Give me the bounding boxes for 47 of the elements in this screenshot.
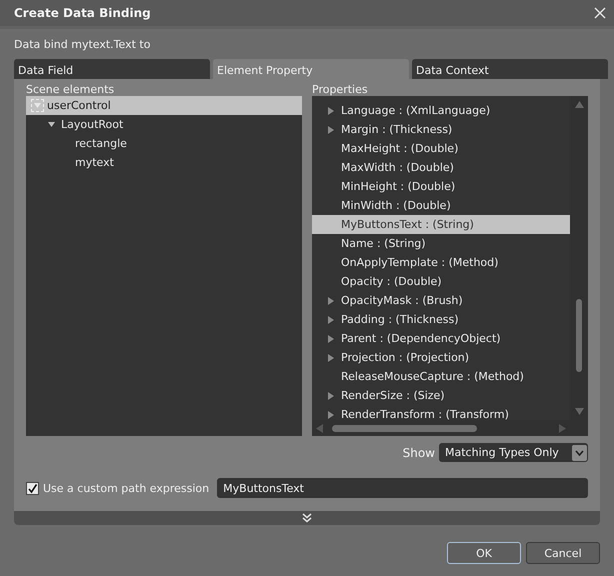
property-item[interactable]: Projection : (Projection) [312,348,570,367]
property-item[interactable]: OnApplyTemplate : (Method) [312,253,570,272]
property-item[interactable]: Language : (XmlLanguage) [312,101,570,120]
expand-icon[interactable] [328,334,335,342]
show-label: Show [402,446,435,460]
list-heading: Properties [312,83,369,96]
tab[interactable]: Data Field [14,59,210,79]
expand-icon[interactable] [328,296,335,304]
tab[interactable]: Element Property [213,59,409,79]
tree-item[interactable]: LayoutRoot [26,115,302,134]
list-heading: Scene elements [26,83,116,96]
window-title: Create Data Binding [14,6,151,20]
expand-icon[interactable] [328,392,335,400]
chevron-down-icon[interactable] [301,513,313,523]
property-item[interactable]: Opacity : (Double) [312,272,570,291]
property-item[interactable]: MyButtonsText : (String) [312,215,570,234]
tree-item[interactable]: userControl [26,96,302,115]
property-item[interactable]: MaxHeight : (Double) [312,139,570,158]
expand-icon[interactable] [328,126,335,134]
property-item[interactable]: Name : (String) [312,234,570,253]
path-input-field[interactable]: MyButtonsText [217,478,588,498]
property-item[interactable]: RenderSize : (Size) [312,386,570,405]
property-item[interactable]: Margin : (Thickness) [312,120,570,139]
show-dropdown[interactable]: Matching Types Only [439,443,588,462]
prompt-label: Data bind mytext.Text to [14,38,152,51]
dialog-button[interactable]: Cancel [526,542,600,564]
property-item[interactable]: Parent : (DependencyObject) [312,329,570,348]
dialog-button[interactable]: OK [447,542,521,564]
close-icon[interactable] [594,7,606,19]
expand-icon[interactable] [328,316,335,324]
tab[interactable]: Data Context [412,59,608,79]
tree-item[interactable]: mytext [26,153,302,172]
property-item[interactable]: ReleaseMouseCapture : (Method) [312,367,570,386]
property-item[interactable]: Padding : (Thickness) [312,310,570,329]
tree-item[interactable]: rectangle [26,134,302,153]
expand-icon[interactable] [328,106,335,114]
checkbox[interactable] [26,482,39,494]
scroll-up-icon[interactable] [574,100,584,108]
property-item[interactable]: MinHeight : (Double) [312,177,570,196]
expand-icon[interactable] [328,354,335,362]
scroll-down-icon[interactable] [574,408,584,416]
property-item[interactable]: RenderTransform : (Transform) [312,405,570,420]
checkbox-label[interactable]: Use a custom path expression [43,482,210,494]
property-item[interactable]: MinWidth : (Double) [312,196,570,215]
expand-icon[interactable] [328,410,335,418]
property-item[interactable]: OpacityMask : (Brush) [312,291,570,310]
property-item[interactable]: MaxWidth : (Double) [312,158,570,177]
